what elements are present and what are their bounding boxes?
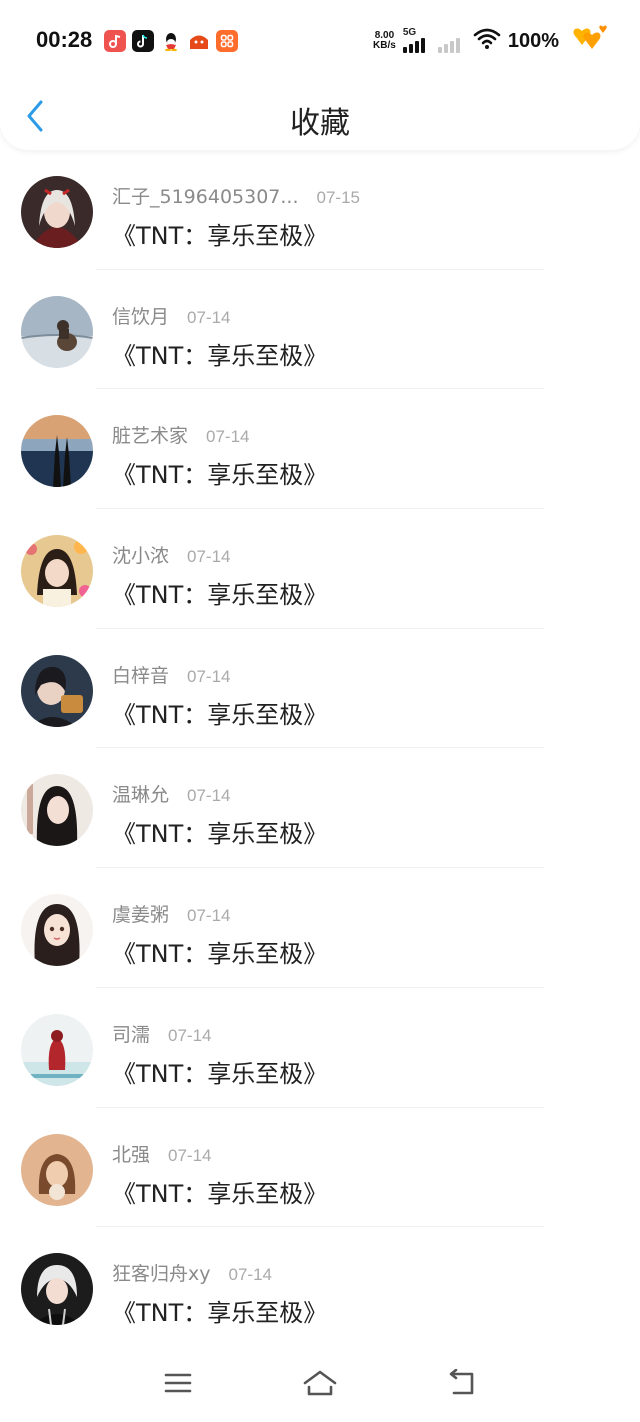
date: 07-14 (187, 906, 231, 926)
row-meta: 北强 07-14 (112, 1140, 212, 1167)
avatar (21, 654, 93, 727)
work-title: 《TNT：享乐至极》 (112, 581, 328, 610)
user-name: 虞姜粥 (112, 904, 170, 927)
avatar (21, 535, 93, 608)
row-meta: 狂客归舟xy 07-14 (112, 1259, 272, 1286)
avatar (21, 295, 93, 368)
favorites-list: 汇子_5196405307... 07-15 《TNT：享乐至极》 信饮月 07 (0, 150, 640, 1347)
list-item[interactable]: 沈小浓 07-14 《TNT：享乐至极》 (0, 509, 640, 629)
work-title: 《TNT：享乐至极》 (112, 940, 328, 969)
user-name: 司濡 (112, 1023, 151, 1046)
tiktok-icon (132, 30, 154, 52)
list-item[interactable]: 虞姜粥 07-14 《TNT：享乐至极》 (0, 868, 640, 988)
user-name: 狂客归舟xy (112, 1263, 211, 1286)
user-name: 白梓音 (112, 664, 170, 687)
work-title: 《TNT：享乐至极》 (112, 1299, 328, 1328)
shopping-app-icon (188, 30, 210, 52)
date: 07-14 (187, 666, 231, 686)
app-screen: 00:28 8.00 KB/s 5G 100% 收藏 汇子_5196405307… (0, 0, 640, 1422)
qq-icon (160, 30, 182, 52)
notification-icons (104, 30, 238, 52)
avatar (21, 894, 93, 967)
status-time: 00:28 (36, 27, 93, 52)
signal-secondary-icon (437, 29, 466, 53)
signal-5g-icon: 5G (402, 27, 431, 53)
music-app-icon (104, 30, 126, 52)
row-meta: 温琳允 07-14 (112, 780, 231, 807)
user-name: 温琳允 (112, 784, 170, 807)
row-meta: 虞姜粥 07-14 (112, 900, 231, 927)
user-name: 北强 (112, 1143, 151, 1166)
date: 07-14 (206, 427, 250, 447)
date: 07-14 (187, 547, 231, 567)
date: 07-14 (187, 786, 231, 806)
avatar (21, 1133, 93, 1206)
status-right: 8.00 KB/s 5G 100% (373, 23, 610, 59)
home-icon (303, 1370, 337, 1396)
wifi-icon (473, 28, 501, 54)
work-title: 《TNT：享乐至极》 (112, 1059, 328, 1088)
avatar (21, 1013, 93, 1086)
avatar (21, 1253, 93, 1326)
list-item[interactable]: 北强 07-14 《TNT：享乐至极》 (0, 1108, 640, 1228)
net-speed: 8.00 KB/s (373, 31, 396, 51)
work-title: 《TNT：享乐至极》 (112, 700, 328, 729)
nav-home-button[interactable] (300, 1366, 340, 1400)
date: 07-14 (168, 1025, 212, 1045)
date: 07-14 (228, 1265, 272, 1285)
header: 00:28 8.00 KB/s 5G 100% 收藏 (0, 0, 640, 150)
row-meta: 司濡 07-14 (112, 1020, 212, 1047)
work-title: 《TNT：享乐至极》 (112, 341, 328, 370)
list-item[interactable]: 司濡 07-14 《TNT：享乐至极》 (0, 988, 640, 1108)
avatar (21, 415, 93, 488)
list-item[interactable]: 脏艺术家 07-14 《TNT：享乐至极》 (0, 389, 640, 510)
list-item[interactable]: 汇子_5196405307... 07-15 《TNT：享乐至极》 (0, 150, 640, 270)
network-type: 5G (402, 27, 417, 38)
user-name: 沈小浓 (112, 545, 170, 568)
hearts-icon (566, 23, 610, 59)
user-name: 信饮月 (112, 305, 170, 328)
status-bar: 00:28 8.00 KB/s 5G 100% (0, 0, 640, 84)
avatar (21, 774, 93, 847)
avatar (21, 176, 93, 248)
list-item[interactable]: 狂客归舟xy 07-14 《TNT：享乐至极》 (0, 1227, 640, 1347)
work-title: 《TNT：享乐至极》 (112, 222, 328, 250)
row-meta: 脏艺术家 07-14 (112, 421, 250, 448)
user-name: 脏艺术家 (112, 425, 189, 448)
menu-icon (164, 1373, 192, 1393)
date: 07-14 (187, 307, 231, 327)
work-title: 《TNT：享乐至极》 (112, 820, 328, 849)
row-meta: 信饮月 07-14 (112, 302, 231, 329)
row-meta: 汇子_5196405307... 07-15 (112, 182, 360, 209)
date: 07-15 (316, 188, 360, 207)
page-title: 收藏 (290, 106, 350, 141)
list-item[interactable]: 温琳允 07-14 《TNT：享乐至极》 (0, 748, 640, 869)
row-meta: 沈小浓 07-14 (112, 541, 231, 568)
work-title: 《TNT：享乐至极》 (112, 461, 328, 490)
nav-menu-button[interactable] (158, 1366, 198, 1400)
row-meta: 白梓音 07-14 (112, 661, 231, 688)
back-icon (449, 1369, 474, 1395)
battery-level: 100% (507, 29, 559, 52)
list-item[interactable]: 信饮月 07-14 《TNT：享乐至极》 (0, 270, 640, 390)
date: 07-14 (168, 1145, 212, 1165)
title-bar: 收藏 (0, 84, 640, 150)
system-nav-bar (0, 1352, 640, 1422)
work-title: 《TNT：享乐至极》 (112, 1179, 328, 1208)
nav-back-button[interactable] (442, 1366, 482, 1400)
orange-app-icon (216, 30, 238, 52)
list-item[interactable]: 白梓音 07-14 《TNT：享乐至极》 (0, 629, 640, 749)
net-speed-unit: KB/s (373, 40, 396, 51)
user-name: 汇子_5196405307... (112, 186, 299, 208)
